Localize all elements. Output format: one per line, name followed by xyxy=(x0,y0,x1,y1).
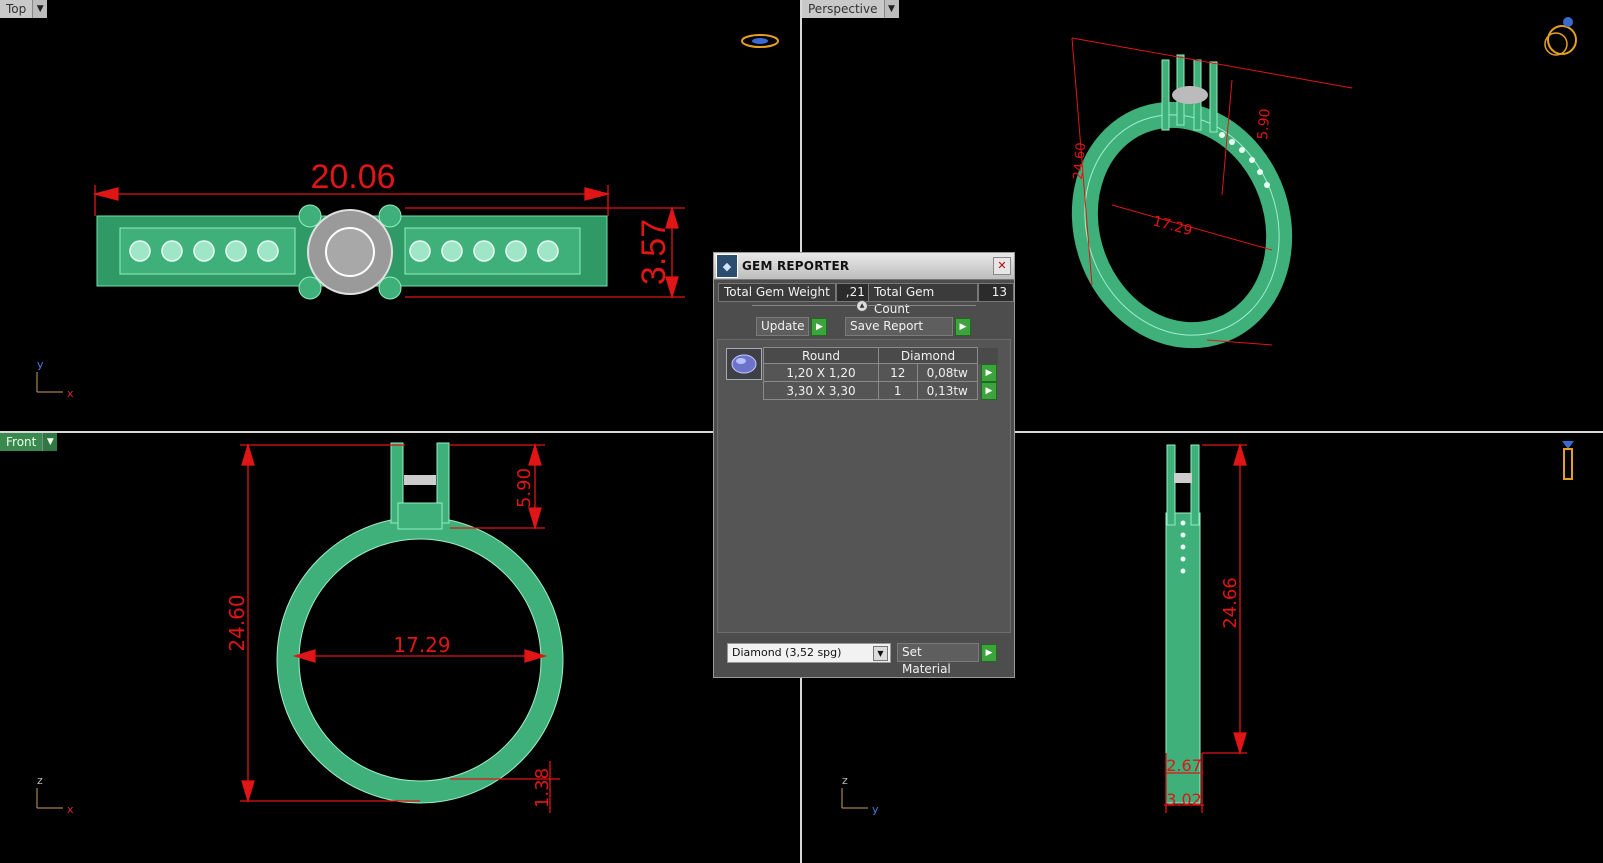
dim-shank: 1.38 xyxy=(532,768,553,808)
set-material-button[interactable]: Set Material xyxy=(897,643,979,676)
axis-z-label: z xyxy=(37,774,43,787)
axis-x-label: x xyxy=(67,803,74,816)
total-weight-value: ,21 xyxy=(835,283,872,302)
axis-y-label: y xyxy=(872,803,879,816)
gem-reporter-titlebar[interactable]: ◆ GEM REPORTER ✕ xyxy=(714,253,1014,280)
play-arrow-icon[interactable]: ▶ xyxy=(955,317,971,336)
viewport-perspective-name: Perspective xyxy=(802,0,884,18)
total-weight-label: Total Gem Weight xyxy=(718,283,836,302)
dim-width: 20.06 xyxy=(310,158,395,196)
chevron-down-icon[interactable]: ▼ xyxy=(42,433,58,451)
gem-weight: 0,08tw xyxy=(916,363,978,382)
dim-head: 5.90 xyxy=(1255,108,1274,140)
viewport-front-name: Front xyxy=(0,433,43,451)
ring-top-icon[interactable] xyxy=(741,34,779,48)
chevron-down-icon[interactable]: ▼ xyxy=(883,0,899,18)
top-view-canvas: 20.06 3.57 y x xyxy=(36,34,779,400)
update-button[interactable]: Update xyxy=(756,317,810,336)
ring-side-icon[interactable] xyxy=(1562,441,1574,480)
dim-head: 5.90 xyxy=(514,468,535,508)
viewport-top[interactable]: Top ▼ 20.06 3.57 y x xyxy=(0,0,800,431)
gem-list[interactable]: Round Diamond 1,20 X 1,20 12 0,08tw ▶ 3,… xyxy=(717,339,1011,633)
gem-weight: 0,13tw xyxy=(916,381,978,400)
axis-gizmo xyxy=(36,788,63,809)
play-arrow-icon[interactable]: ▶ xyxy=(811,317,828,336)
material-select-value: Diamond (3,52 spg) xyxy=(732,646,842,659)
chevron-down-icon[interactable]: ▼ xyxy=(873,646,888,661)
ring-shank xyxy=(277,517,563,803)
play-arrow-icon[interactable]: ▶ xyxy=(981,363,997,382)
ring-perspective-icon[interactable] xyxy=(1544,17,1577,56)
axis-z-label: z xyxy=(842,774,848,787)
center-stone xyxy=(1174,473,1192,483)
gem-size: 1,20 X 1,20 xyxy=(763,363,879,382)
front-view-canvas: 24.60 5.90 17.29 1.38 z x xyxy=(36,442,564,816)
table-row[interactable]: 1,20 X 1,20 12 0,08tw ▶ xyxy=(763,363,998,382)
gem-count: 1 xyxy=(878,381,918,400)
total-count-label: Total Gem Count xyxy=(868,283,978,316)
update-row: Update ▶ xyxy=(756,317,828,336)
header-shape: Round xyxy=(763,347,879,364)
splitter-handle[interactable]: ▲ xyxy=(856,300,868,312)
center-stone xyxy=(1172,86,1208,104)
gem-reporter-panel[interactable]: ◆ GEM REPORTER ✕ Total Gem Weight ,21 To… xyxy=(713,252,1015,678)
gem-size: 3,30 X 3,30 xyxy=(763,381,879,400)
dim-w2: 3.02 xyxy=(1166,790,1202,809)
center-stone xyxy=(404,475,436,485)
total-count-row: Total Gem Count 13 xyxy=(868,283,1014,316)
viewport-front-label[interactable]: Front ▼ xyxy=(0,433,58,451)
header-material: Diamond xyxy=(878,347,978,364)
save-report-row: Save Report ▶ xyxy=(845,317,971,336)
axis-gizmo xyxy=(36,372,63,393)
axis-y-label: y xyxy=(37,358,44,371)
gem-count: 12 xyxy=(878,363,918,382)
round-gem-icon[interactable] xyxy=(726,348,762,380)
chevron-down-icon[interactable]: ▼ xyxy=(32,0,48,18)
axis-x-label: x xyxy=(67,387,74,400)
table-header-row: Round Diamond xyxy=(763,347,998,364)
material-select[interactable]: Diamond (3,52 spg) ▼ xyxy=(727,643,891,663)
viewport-top-label[interactable]: Top ▼ xyxy=(0,0,48,18)
axis-gizmo xyxy=(841,788,868,809)
dim-w1: 2.67 xyxy=(1166,756,1202,775)
save-report-button[interactable]: Save Report xyxy=(845,317,953,336)
dim-diameter: 17.29 xyxy=(393,633,450,657)
dim-diameter: 17.29 xyxy=(1151,213,1194,239)
set-material-row: Set Material ▶ xyxy=(897,643,997,676)
total-weight-row: Total Gem Weight ,21 xyxy=(718,283,872,302)
dim-height: 24.66 xyxy=(1220,577,1241,629)
gem-reporter-title: GEM REPORTER xyxy=(742,259,850,273)
play-arrow-icon[interactable]: ▶ xyxy=(981,381,997,400)
table-row[interactable]: 3,30 X 3,30 1 0,13tw ▶ xyxy=(763,381,998,400)
viewport-top-name: Top xyxy=(0,0,33,18)
viewport-front[interactable]: Front ▼ 24.60 5.90 17.29 1.38 z x xyxy=(0,433,800,863)
dim-height: 3.57 xyxy=(635,219,673,285)
gem-reporter-app-icon: ◆ xyxy=(716,254,738,278)
viewport-perspective-label[interactable]: Perspective ▼ xyxy=(802,0,899,18)
head-prongs xyxy=(390,442,450,530)
play-arrow-icon[interactable]: ▶ xyxy=(981,643,997,662)
panel-splitter[interactable]: ▲ xyxy=(752,300,976,312)
dim-height: 24.60 xyxy=(225,594,249,651)
gem-table: Round Diamond 1,20 X 1,20 12 0,08tw ▶ 3,… xyxy=(763,347,998,400)
total-count-value: 13 xyxy=(978,283,1014,302)
close-icon[interactable]: ✕ xyxy=(993,257,1011,275)
